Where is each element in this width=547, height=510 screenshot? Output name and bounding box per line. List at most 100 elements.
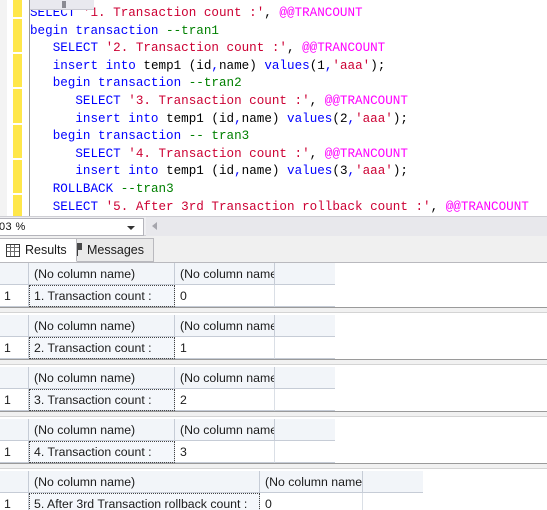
code-line: SELECT '5. After 3rd Transaction rollbac… xyxy=(30,199,529,216)
result-grid[interactable]: (No column name) (No column name) 1 3. Tran… xyxy=(0,367,547,411)
data-cell-1[interactable]: 1. Transaction count : xyxy=(29,285,175,307)
grid-corner-header[interactable] xyxy=(0,315,29,337)
sql-source-code: SELECT '1. Transaction count :', @@TRANC… xyxy=(30,5,529,216)
column-header-2[interactable]: (No column name) xyxy=(175,263,275,285)
code-line: insert into temp1 (id,name) values(1,'aa… xyxy=(30,58,529,76)
code-token: insert into xyxy=(75,164,167,179)
result-grid[interactable]: (No column name) (No column name) 1 4. Tran… xyxy=(0,419,547,463)
zoom-level-dropdown[interactable]: 03 % xyxy=(0,218,144,236)
grid-header-row: (No column name) (No column name) xyxy=(0,263,335,285)
grid-corner-header[interactable] xyxy=(0,367,29,389)
grid-corner-header[interactable] xyxy=(0,419,29,441)
code-token: --tran2 xyxy=(188,76,242,91)
gutter-spacer-right xyxy=(22,0,29,216)
scroll-left-arrow-icon[interactable] xyxy=(152,222,157,230)
code-token: id xyxy=(218,111,235,126)
grid-data-row[interactable]: 1 4. Transaction count :3 xyxy=(0,441,335,463)
change-track-gap xyxy=(13,123,22,125)
grid-corner-header[interactable] xyxy=(0,471,29,493)
data-cell-1[interactable]: 5. After 3rd Transaction rollback count … xyxy=(29,493,260,510)
data-cell-1[interactable]: 2. Transaction count : xyxy=(29,337,175,359)
data-cell-1[interactable]: 3. Transaction count : xyxy=(29,389,175,411)
results-grids-container[interactable]: (No column name) (No column name) 1 1. Tran… xyxy=(0,263,547,510)
code-token: begin transaction xyxy=(52,129,189,144)
code-text-area[interactable]: SELECT '1. Transaction count :', @@TRANC… xyxy=(30,0,547,216)
code-token: 'aaa' xyxy=(355,164,393,179)
grid-corner-header[interactable] xyxy=(0,263,29,285)
header-filler xyxy=(363,471,423,493)
tab-results-label: Results xyxy=(25,243,67,257)
code-token: ( xyxy=(332,111,340,126)
header-filler xyxy=(275,263,335,285)
column-header-1[interactable]: (No column name) xyxy=(29,263,175,285)
code-token: ROLLBACK xyxy=(52,181,121,196)
chevron-down-icon[interactable] xyxy=(127,226,135,230)
code-token: insert into xyxy=(52,58,144,73)
code-token: 3 xyxy=(339,164,348,179)
column-header-2[interactable]: (No column name) xyxy=(175,315,275,337)
code-token: ); xyxy=(370,58,386,73)
code-token: , xyxy=(234,164,242,179)
row-filler xyxy=(275,441,335,463)
column-header-1[interactable]: (No column name) xyxy=(29,315,175,337)
row-number-cell[interactable]: 1 xyxy=(0,337,29,359)
code-token: begin transaction xyxy=(30,23,167,38)
data-cell-1[interactable]: 4. Transaction count : xyxy=(29,441,175,463)
code-token: '2. Transaction count :' xyxy=(105,41,287,56)
column-header-1[interactable]: (No column name) xyxy=(29,367,175,389)
grid-data-row[interactable]: 1 5. After 3rd Transaction rollback count… xyxy=(0,493,423,510)
code-token: @@TRANCOUNT xyxy=(324,93,408,108)
editor-horizontal-scrollbar[interactable] xyxy=(146,217,547,236)
column-header-2[interactable]: (No column name) xyxy=(175,367,275,389)
grid-data-row[interactable]: 1 3. Transaction count :2 xyxy=(0,389,335,411)
code-token: , xyxy=(264,6,280,20)
grid-separator xyxy=(0,463,547,469)
code-token: ) xyxy=(249,58,265,73)
data-cell-2[interactable]: 1 xyxy=(175,337,275,359)
code-token: values xyxy=(264,58,310,73)
data-cell-2[interactable]: 0 xyxy=(260,493,363,510)
result-grid[interactable]: (No column name) (No column name) 1 5. Afte… xyxy=(0,471,547,510)
code-token: 2 xyxy=(339,111,348,126)
grid-icon xyxy=(6,243,20,257)
data-cell-2[interactable]: 2 xyxy=(175,389,275,411)
grid-data-row[interactable]: 1 1. Transaction count :0 xyxy=(0,285,335,307)
result-grid[interactable]: (No column name) (No column name) 1 1. Tran… xyxy=(0,263,547,307)
row-filler xyxy=(275,337,335,359)
code-line: insert into temp1 (id,name) values(2,'aa… xyxy=(30,111,529,129)
scroll-thumb[interactable] xyxy=(62,1,66,8)
editor-top-scroll-nub[interactable] xyxy=(30,0,94,10)
code-line: ROLLBACK --tran3 xyxy=(30,181,529,199)
column-header-1[interactable]: (No column name) xyxy=(29,419,175,441)
row-filler xyxy=(363,493,423,510)
code-token: name xyxy=(218,58,250,73)
row-filler xyxy=(275,285,335,307)
column-header-1[interactable]: (No column name) xyxy=(29,471,260,493)
grid-header-row: (No column name) (No column name) xyxy=(0,315,335,337)
result-grid[interactable]: (No column name) (No column name) 1 2. Tran… xyxy=(0,315,547,359)
tab-results[interactable]: Results xyxy=(0,238,77,262)
code-token: --tran1 xyxy=(166,23,219,38)
change-track-gap xyxy=(13,17,22,19)
sql-editor-pane[interactable]: SELECT '1. Transaction count :', @@TRANC… xyxy=(0,0,547,216)
code-token: , xyxy=(430,199,446,214)
grid-data-row[interactable]: 1 2. Transaction count :1 xyxy=(0,337,335,359)
column-header-2[interactable]: (No column name) xyxy=(260,471,363,493)
data-cell-2[interactable]: 3 xyxy=(175,441,275,463)
column-header-2[interactable]: (No column name) xyxy=(175,419,275,441)
row-number-cell[interactable]: 1 xyxy=(0,389,29,411)
code-token: insert into xyxy=(75,111,167,126)
code-line: insert into temp1 (id,name) values(3,'aa… xyxy=(30,163,529,181)
row-number-cell[interactable]: 1 xyxy=(0,493,29,510)
data-cell-2[interactable]: 0 xyxy=(175,285,275,307)
row-number-cell[interactable]: 1 xyxy=(0,441,29,463)
code-token: values xyxy=(287,164,333,179)
change-track-gap xyxy=(13,52,22,54)
row-number-cell[interactable]: 1 xyxy=(0,285,29,307)
code-token: name xyxy=(241,111,272,126)
